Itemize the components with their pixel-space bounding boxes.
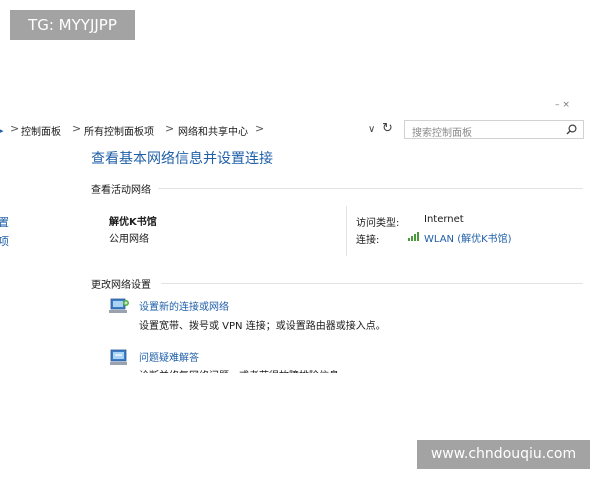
left-pane-link[interactable]: 置 [0, 214, 9, 230]
nav-arrow-icon[interactable]: ▸ [0, 124, 4, 137]
search-placeholder: 搜索控制面板 [412, 128, 472, 139]
refresh-icon[interactable]: ↻ [382, 121, 393, 136]
address-bar: ▸ > 控制面板 > 所有控制面板项 > 网络和共享中心 > ∨ ↻ 搜索控制面… [0, 116, 600, 144]
breadcrumb-network-center[interactable]: 网络和共享中心 [178, 123, 248, 138]
troubleshoot-icon [110, 349, 127, 365]
left-pane-link[interactable]: 项 [0, 233, 9, 249]
search-icon[interactable] [566, 124, 577, 135]
breadcrumb-all-items[interactable]: 所有控制面板项 [84, 123, 154, 138]
page-title: 查看基本网络信息并设置连接 [91, 151, 273, 167]
breadcrumb-separator-icon[interactable]: > [255, 122, 264, 135]
troubleshoot-link[interactable]: 问题疑难解答 [139, 349, 199, 364]
network-type[interactable]: 公用网络 [109, 230, 149, 245]
address-dropdown-icon[interactable]: ∨ [368, 124, 375, 135]
connection-label: 连接: [356, 235, 380, 246]
breadcrumb-separator-icon[interactable]: > [72, 122, 81, 135]
breadcrumb-separator-icon[interactable]: > [165, 122, 174, 135]
network-name: 解优K书馆 [109, 217, 157, 228]
wifi-signal-icon [408, 232, 419, 241]
breadcrumb-separator-icon[interactable]: > [10, 122, 19, 135]
network-setup-icon [109, 298, 129, 313]
window-controls[interactable]: – × [555, 100, 570, 110]
site-watermark: www.chndouqiu.com [417, 440, 590, 469]
search-input[interactable]: 搜索控制面板 [404, 120, 584, 139]
tg-badge: TG: MYYJJPP [10, 10, 135, 40]
breadcrumb-control-panel[interactable]: 控制面板 [21, 123, 61, 138]
section-divider [158, 188, 583, 189]
setup-connection-link[interactable]: 设置新的连接或网络 [139, 298, 229, 313]
wlan-connection-text[interactable]: WLAN (解优K书馆) [424, 230, 512, 245]
section-divider [161, 283, 583, 284]
setup-connection-desc: 设置宽带、拨号或 VPN 连接；或设置路由器或接入点。 [139, 321, 386, 332]
access-type-value: Internet [424, 214, 464, 225]
change-settings-header: 更改网络设置 [91, 280, 151, 291]
access-type-label: 访问类型: [356, 218, 400, 229]
network-divider [346, 206, 347, 256]
active-networks-header: 查看活动网络 [91, 185, 151, 196]
